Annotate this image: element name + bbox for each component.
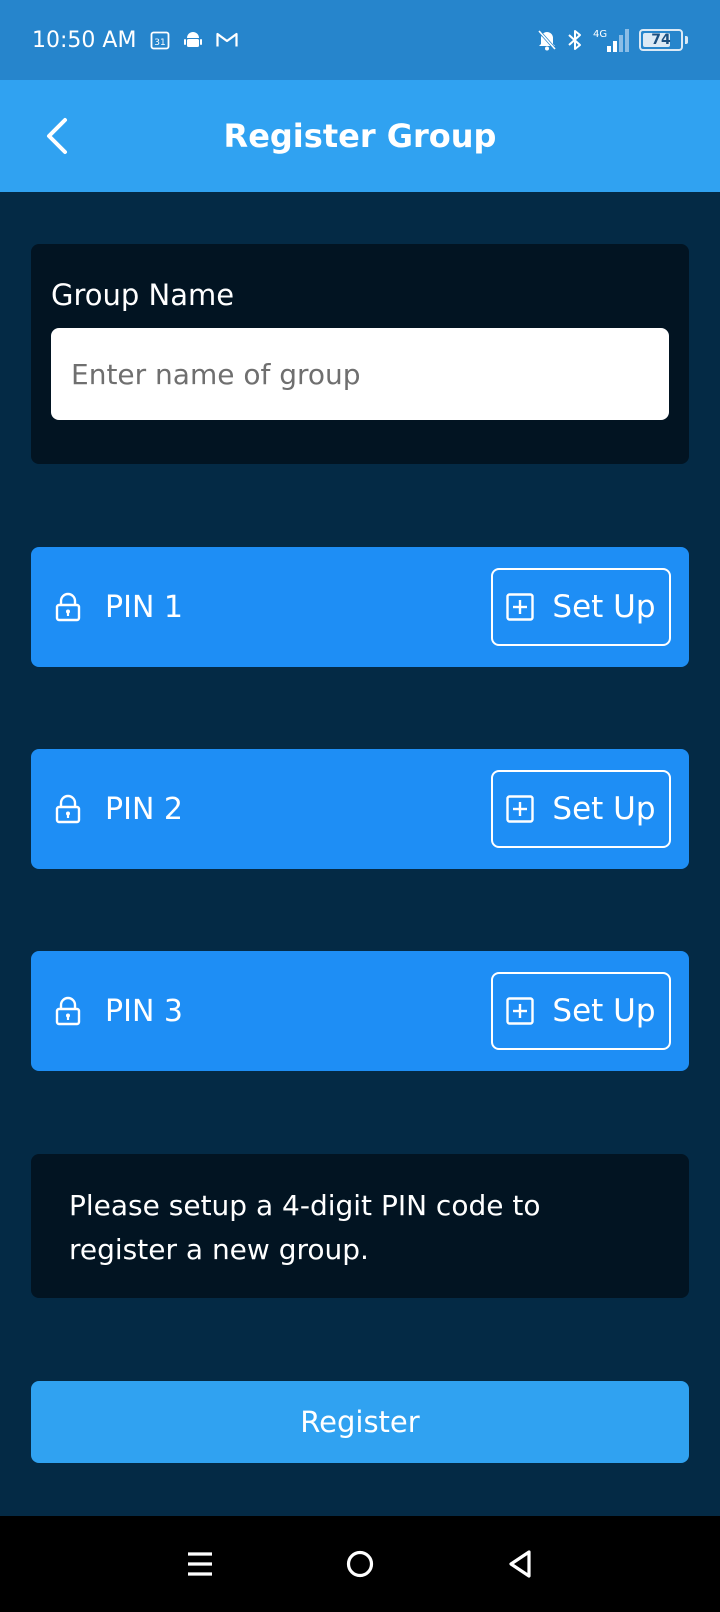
android-icon [184, 30, 203, 50]
app-bar: Register Group [0, 80, 720, 192]
status-time: 10:50 AM [32, 27, 137, 53]
pin-row-3: PIN 3 Set Up [31, 951, 689, 1071]
pin-label: PIN 3 [105, 993, 184, 1029]
group-name-label: Group Name [51, 278, 235, 312]
back-triangle-icon [509, 1550, 531, 1578]
battery-tip [685, 36, 688, 44]
page-title: Register Group [223, 117, 497, 155]
calendar-icon: 31 [150, 30, 170, 50]
pin-row-1: PIN 1 Set Up [31, 547, 689, 667]
info-message: Please setup a 4-digit PIN code to regis… [31, 1154, 689, 1298]
bluetooth-icon [567, 29, 583, 51]
group-name-card: Group Name [31, 244, 689, 464]
pin-row-2: PIN 2 Set Up [31, 749, 689, 869]
battery-level-text: 74 [651, 32, 671, 48]
setup-pin-2-button[interactable]: Set Up [491, 770, 671, 848]
home-button[interactable] [330, 1534, 390, 1594]
lock-icon [53, 792, 83, 826]
gmail-icon [216, 32, 239, 48]
bell-off-icon [537, 29, 557, 51]
setup-pin-1-button[interactable]: Set Up [491, 568, 671, 646]
register-button[interactable]: Register [31, 1381, 689, 1463]
pin-label: PIN 1 [105, 589, 184, 625]
group-name-input[interactable] [51, 328, 669, 420]
recent-apps-button[interactable] [170, 1534, 230, 1594]
back-nav-button[interactable] [490, 1534, 550, 1594]
home-circle-icon [346, 1550, 374, 1578]
plus-square-icon [506, 795, 535, 823]
lock-icon [53, 994, 83, 1028]
status-bar: 10:50 AM 31 4G 74 [0, 0, 720, 80]
lock-icon [53, 590, 83, 624]
setup-label: Set Up [552, 791, 656, 827]
network-type-text: 4G [593, 29, 607, 40]
calendar-badge-text: 31 [155, 38, 166, 48]
setup-label: Set Up [552, 589, 656, 625]
menu-icon [188, 1552, 212, 1576]
back-button[interactable] [28, 108, 84, 164]
setup-pin-3-button[interactable]: Set Up [491, 972, 671, 1050]
battery-icon: 74 [639, 29, 683, 51]
chevron-left-icon [47, 118, 67, 154]
plus-square-icon [506, 997, 535, 1025]
plus-square-icon [506, 593, 535, 621]
system-nav-bar [0, 1516, 720, 1612]
setup-label: Set Up [552, 993, 656, 1029]
signal-icon: 4G [593, 27, 629, 53]
pin-label: PIN 2 [105, 791, 184, 827]
